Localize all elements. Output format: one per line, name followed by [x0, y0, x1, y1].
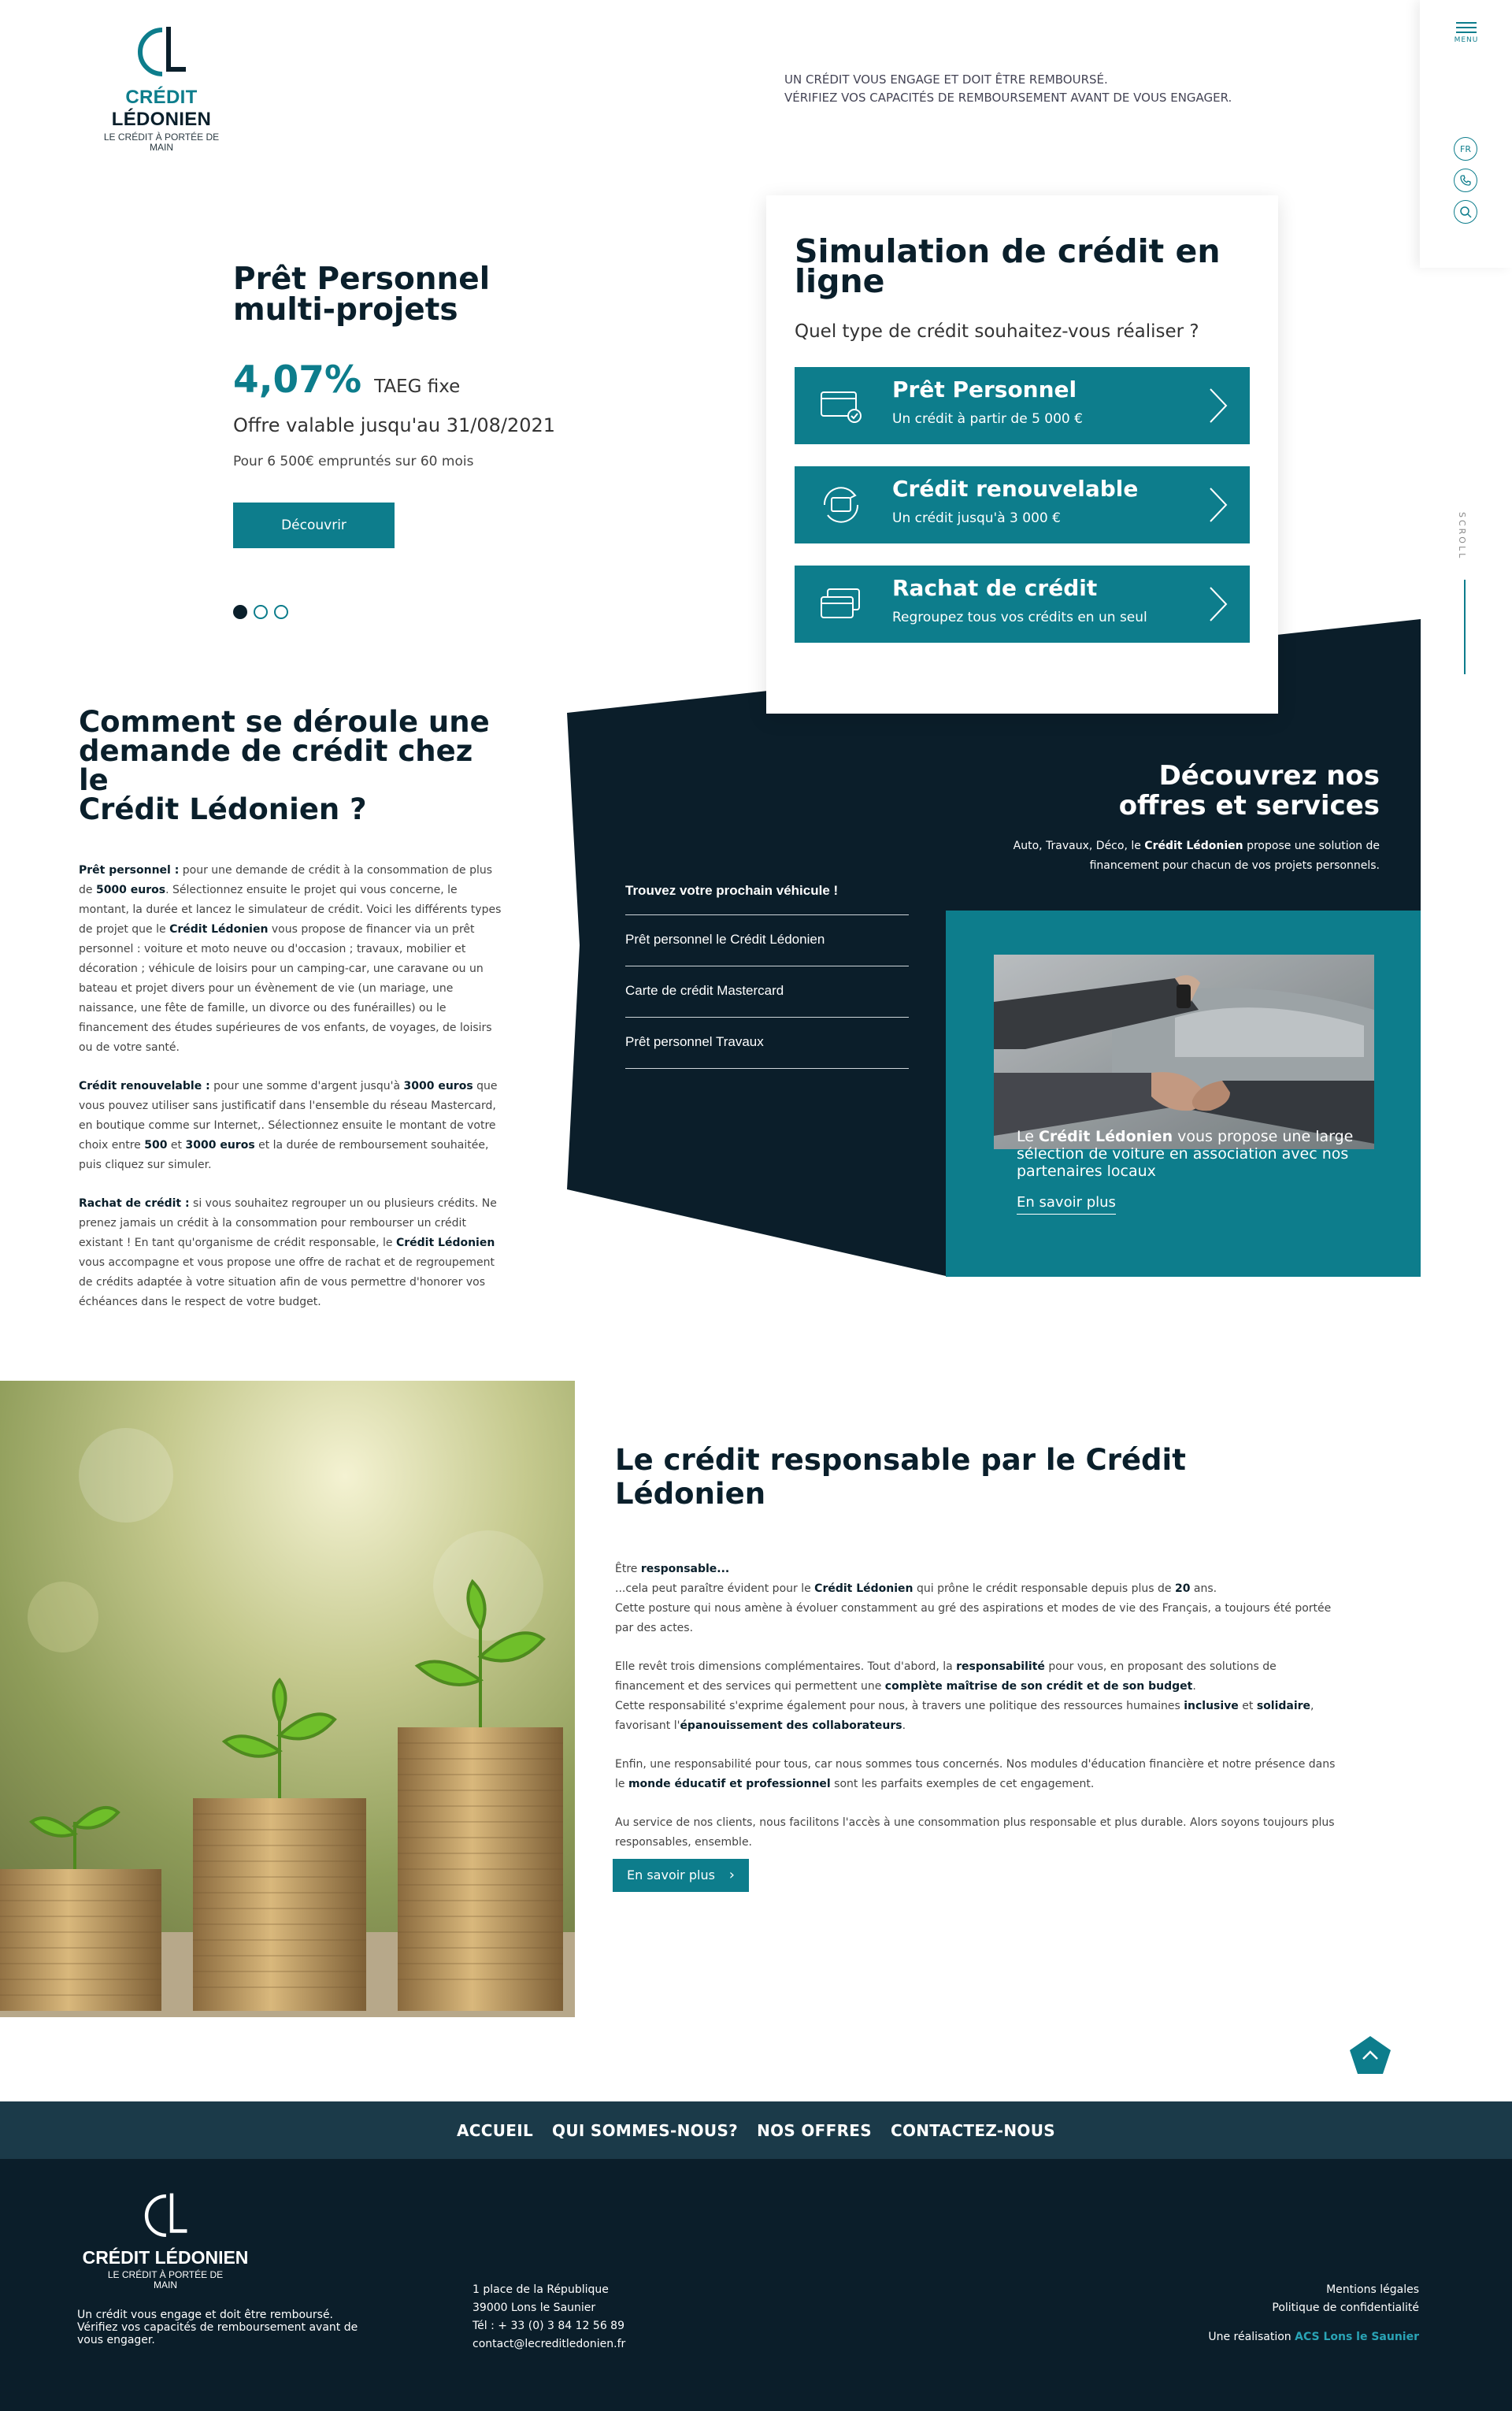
language-button[interactable]: FR — [1454, 137, 1477, 161]
card-cycle-icon — [823, 487, 859, 523]
offers-header: Découvrez nos offres et services Auto, Tr… — [945, 761, 1380, 876]
responsible-p2: Elle revêt trois dimensions complémentai… — [615, 1660, 1314, 1732]
responsible-more-button[interactable]: En savoir plus › — [613, 1859, 749, 1892]
offer-card-more-link[interactable]: En savoir plus — [1017, 1194, 1116, 1215]
chevron-right-icon — [1210, 488, 1228, 522]
carousel-dot-3[interactable] — [274, 605, 288, 619]
legal-notice-link[interactable]: Mentions légales — [1272, 2281, 1419, 2299]
simulation-title: Simulation de crédit en ligne — [795, 232, 1221, 300]
option-rachat-credit[interactable]: Rachat de crédit Regroupez tous vos créd… — [795, 566, 1250, 643]
footer-credit: Une réalisation ACS Lons le Saunier — [1208, 2331, 1419, 2343]
offers-intro: Auto, Travaux, Déco, le Crédit Lédonien … — [1013, 840, 1380, 872]
option-pret-personnel[interactable]: Prêt Personnel Un crédit à partir de 5 0… — [795, 367, 1250, 444]
logo[interactable]: CRÉDIT LÉDONIEN LE CRÉDIT À PORTÉE DE MA… — [79, 24, 244, 153]
logo-mark-icon — [138, 27, 186, 76]
chevron-right-icon: › — [728, 1867, 735, 1883]
car-handshake-photo — [994, 955, 1374, 1149]
offer-link-travaux[interactable]: Prêt personnel Travaux — [625, 1018, 909, 1069]
responsible-p4: Au service de nos clients, nous facilito… — [615, 1816, 1335, 1849]
nav-accueil[interactable]: ACCUEIL — [457, 2121, 533, 2140]
hero-title: Prêt Personnel multi-projets — [233, 262, 491, 328]
menu-button[interactable]: MENU — [1453, 19, 1480, 49]
responsible-p3: Enfin, une responsabilité pour tous, car… — [615, 1758, 1336, 1790]
chevron-right-icon — [1210, 587, 1228, 621]
carousel-dot-1[interactable] — [233, 605, 247, 619]
privacy-policy-link[interactable]: Politique de confidentialité — [1272, 2299, 1419, 2317]
coins-plants-photo — [0, 1381, 575, 2017]
responsible-section: Le crédit responsable par le Crédit Lédo… — [615, 1443, 1340, 1853]
footer: CRÉDIT LÉDONIEN LE CRÉDIT À PORTÉE DE MA… — [0, 2159, 1512, 2411]
side-rail: MENU FR — [1420, 0, 1512, 268]
option-credit-renouvelable[interactable]: Crédit renouvelable Un crédit jusqu'à 3 … — [795, 466, 1250, 543]
cards-stack-icon — [821, 588, 860, 618]
howto-title: Comment se déroule une demande de crédit … — [79, 705, 490, 826]
page: CRÉDIT LÉDONIEN LE CRÉDIT À PORTÉE DE MA… — [0, 0, 1512, 2411]
logo-name: CRÉDIT LÉDONIEN — [111, 87, 212, 130]
hero-validity: Offre valable jusqu'au 31/08/2021 — [233, 414, 556, 436]
hero-rate: 4,07% TAEG fixe — [233, 358, 461, 402]
responsible-title: Le crédit responsable par le Crédit Lédo… — [615, 1443, 1186, 1511]
offer-card-description: Le Crédit Lédonien vous propose une larg… — [1017, 1128, 1354, 1180]
footer-email-link[interactable]: contact@lecreditledonien.fr — [472, 2335, 625, 2354]
chevron-right-icon — [1210, 388, 1228, 423]
phone-icon[interactable] — [1454, 169, 1477, 192]
footer-logo[interactable]: CRÉDIT LÉDONIEN LE CRÉDIT À PORTÉE DE MA… — [79, 2190, 252, 2290]
carousel-dots — [233, 605, 288, 619]
offers-list: Trouvez votre prochain véhicule ! Prêt p… — [625, 874, 909, 1069]
hero-condition: Pour 6 500€ empruntés sur 60 mois — [233, 454, 474, 469]
responsible-p1: Être responsable... ...cela peut paraître… — [615, 1563, 1332, 1634]
agency-link[interactable]: ACS Lons le Saunier — [1295, 2331, 1419, 2343]
howto-credit-renouvelable: Crédit renouvelable : pour une somme d'a… — [79, 1080, 498, 1171]
footer-address: 1 place de la République 39000 Lons le S… — [472, 2281, 625, 2354]
scroll-indicator: SCROLL — [1457, 512, 1473, 677]
legal-warning: UN CRÉDIT VOUS ENGAGE ET DOIT ÊTRE REMBO… — [784, 72, 1232, 105]
nav-contactez-nous[interactable]: CONTACTEZ-NOUS — [891, 2121, 1055, 2140]
card-check-icon — [821, 391, 862, 423]
footer-motto: Un crédit vous engage et doit être rembo… — [77, 2309, 358, 2346]
footer-nav: ACCUEIL QUI SOMMES-NOUS? NOS OFFRES CONT… — [0, 2101, 1512, 2159]
back-to-top-icon[interactable] — [1348, 2035, 1392, 2075]
nav-nos-offres[interactable]: NOS OFFRES — [757, 2121, 872, 2140]
offers-title: Découvrez nos offres et services — [1118, 760, 1380, 822]
footer-legal: Mentions légales Politique de confidenti… — [1272, 2281, 1419, 2317]
discover-button[interactable]: Découvrir — [233, 503, 395, 548]
logo-mark-icon — [144, 2193, 187, 2238]
offer-link-pret-personnel[interactable]: Prêt personnel le Crédit Lédonien — [625, 915, 909, 966]
logo-tagline: LE CRÉDIT À PORTÉE DE MAIN — [103, 132, 220, 153]
simulation-card: Simulation de crédit en ligne Quel type d… — [766, 195, 1278, 714]
offer-link-mastercard[interactable]: Carte de crédit Mastercard — [625, 966, 909, 1018]
howto-rachat-credit: Rachat de crédit : si vous souhaitez reg… — [79, 1197, 497, 1308]
nav-qui-sommes-nous[interactable]: QUI SOMMES-NOUS? — [552, 2121, 738, 2140]
howto-section: Comment se déroule une demande de crédit … — [79, 707, 504, 1312]
simulation-question: Quel type de crédit souhaitez-vous réali… — [795, 321, 1199, 342]
carousel-dot-2[interactable] — [254, 605, 268, 619]
search-icon[interactable] — [1454, 200, 1477, 224]
footer-phone[interactable]: Tél : + 33 (0) 3 84 12 56 89 — [472, 2317, 625, 2335]
hero-offer: Prêt Personnel multi-projets 4,07% TAEG fi… — [233, 264, 603, 548]
offer-link-vehicule[interactable]: Trouvez votre prochain véhicule ! — [625, 874, 909, 915]
offer-card: Le Crédit Lédonien vous propose une larg… — [946, 911, 1421, 1277]
howto-pret-personnel: Prêt personnel : pour une demande de cré… — [79, 864, 502, 1054]
